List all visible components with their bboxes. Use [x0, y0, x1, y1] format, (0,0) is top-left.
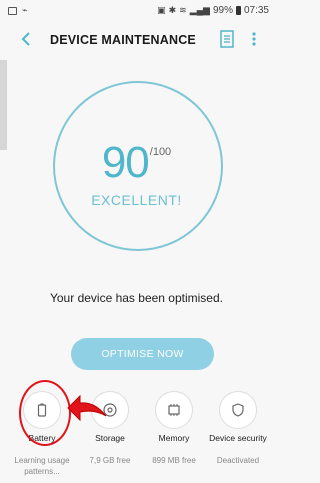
score-max: /100: [149, 146, 172, 158]
score-status: EXCELLENT!: [91, 192, 182, 208]
lock-icon: ▣: [157, 5, 166, 15]
battery-status-icon: [235, 6, 241, 15]
app-bar: DEVICE MAINTENANCE: [0, 24, 273, 58]
more-options-icon[interactable]: [250, 30, 258, 48]
security-tile-circle: [219, 391, 257, 429]
tile-label: Memory: [158, 433, 190, 443]
report-icon[interactable]: [220, 30, 234, 48]
wifi-icon: ≋: [179, 5, 187, 15]
tile-sub: 7,9 GB free: [89, 456, 131, 465]
gallery-icon: [8, 6, 17, 15]
optimise-now-button[interactable]: OPTIMISE NOW: [71, 338, 214, 370]
clock: 07:35: [243, 5, 269, 16]
notification-icon: ⌁: [22, 5, 28, 15]
optimised-message: Your device has been optimised.: [49, 291, 223, 305]
edge-shadow: [0, 60, 7, 150]
score-display: 90/100: [0, 138, 273, 188]
back-arrow-icon[interactable]: [18, 29, 34, 49]
tile-label: Storage: [95, 433, 125, 443]
tile-sub: 899 MB free: [152, 456, 196, 465]
page-title: DEVICE MAINTENANCE: [50, 33, 196, 47]
battery-percent: 99%: [212, 5, 233, 16]
score-value: 90: [101, 138, 150, 187]
signal-icon: ▂▄▆: [189, 5, 210, 15]
tile-label: Device security: [209, 433, 267, 443]
annotation-arrow-icon: [67, 394, 107, 422]
bluetooth-icon: ✱: [168, 5, 177, 15]
memory-tile-circle: [155, 391, 193, 429]
tile-sub: Learning usage patterns...: [14, 456, 70, 476]
tile-sub: Deactivated: [216, 456, 260, 465]
shield-icon: [232, 403, 244, 417]
memory-icon: [168, 404, 180, 416]
status-bar: ⌁ ▣ ✱ ≋ ▂▄▆ 99% 07:35: [0, 0, 273, 22]
